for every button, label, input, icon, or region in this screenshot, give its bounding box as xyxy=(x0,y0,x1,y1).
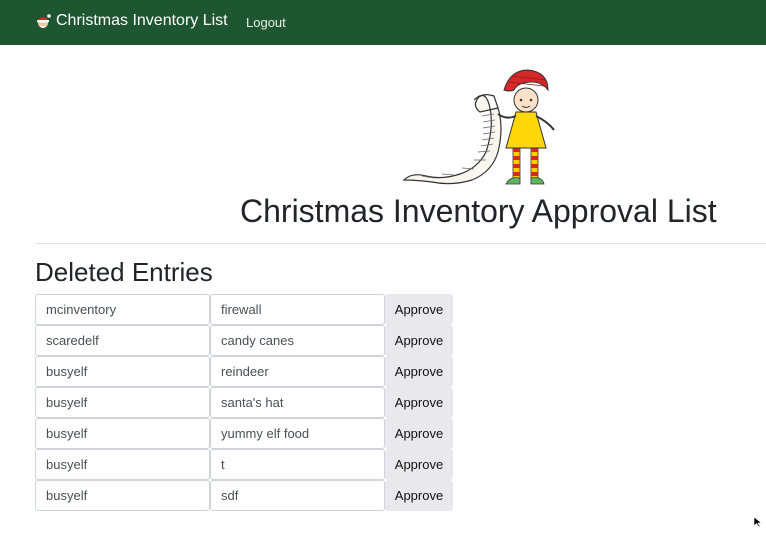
brand-label: Christmas Inventory List xyxy=(56,12,228,29)
entries-list: mcinventory firewall Approve scaredelf c… xyxy=(35,294,453,511)
entry-user-field[interactable]: busyelf xyxy=(35,387,210,418)
entry-row: busyelf yummy elf food Approve xyxy=(35,418,453,449)
entry-item-field[interactable]: candy canes xyxy=(210,325,385,356)
entry-item-field[interactable]: firewall xyxy=(210,294,385,325)
entry-user-field[interactable]: scaredelf xyxy=(35,325,210,356)
entry-row: busyelf santa's hat Approve xyxy=(35,387,453,418)
approve-button[interactable]: Approve xyxy=(385,480,453,511)
entry-item-field[interactable]: santa's hat xyxy=(210,387,385,418)
entry-row: busyelf sdf Approve xyxy=(35,480,453,511)
entry-row: busyelf t Approve xyxy=(35,449,453,480)
navbar: Christmas Inventory List Logout xyxy=(0,0,766,45)
approve-button[interactable]: Approve xyxy=(385,418,453,449)
approve-button[interactable]: Approve xyxy=(385,325,453,356)
elf-with-scroll-illustration xyxy=(402,68,558,188)
divider xyxy=(35,243,766,244)
entry-item-field[interactable]: sdf xyxy=(210,480,385,511)
entry-user-field[interactable]: mcinventory xyxy=(35,294,210,325)
entry-row: scaredelf candy canes Approve xyxy=(35,325,453,356)
approve-button[interactable]: Approve xyxy=(385,387,453,418)
page-title: Christmas Inventory Approval List xyxy=(240,193,717,229)
section-title: Deleted Entries xyxy=(35,257,213,287)
entry-user-field[interactable]: busyelf xyxy=(35,418,210,449)
entry-user-field[interactable]: busyelf xyxy=(35,480,210,511)
logout-link[interactable]: Logout xyxy=(246,15,286,30)
approve-button[interactable]: Approve xyxy=(385,449,453,480)
approve-button[interactable]: Approve xyxy=(385,294,453,325)
entry-row: mcinventory firewall Approve xyxy=(35,294,453,325)
entry-user-field[interactable]: busyelf xyxy=(35,356,210,387)
santa-hat-icon xyxy=(34,12,52,30)
brand-link[interactable]: Christmas Inventory List xyxy=(34,12,228,30)
entry-item-field[interactable]: reindeer xyxy=(210,356,385,387)
entry-user-field[interactable]: busyelf xyxy=(35,449,210,480)
entry-item-field[interactable]: yummy elf food xyxy=(210,418,385,449)
mouse-cursor-icon xyxy=(753,515,763,528)
entry-item-field[interactable]: t xyxy=(210,449,385,480)
approve-button[interactable]: Approve xyxy=(385,356,453,387)
entry-row: busyelf reindeer Approve xyxy=(35,356,453,387)
